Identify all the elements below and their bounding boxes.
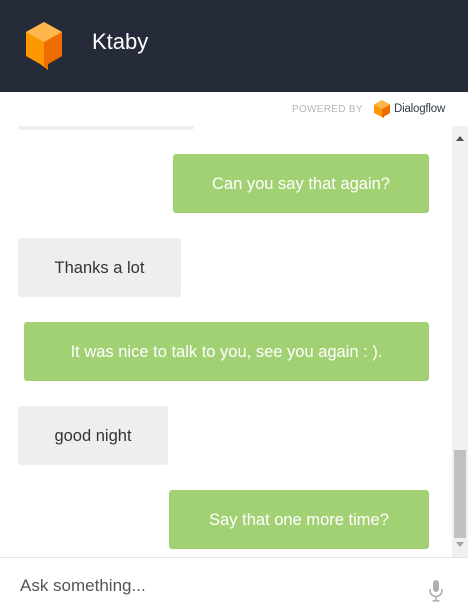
- message-text: It was nice to talk to you, see you agai…: [70, 342, 383, 361]
- scrollbar-thumb[interactable]: [454, 450, 466, 538]
- dialogflow-brand-label: Dialogflow: [394, 103, 446, 115]
- bot-message: Thanks a lot: [18, 238, 181, 297]
- chat-scrollbar[interactable]: [452, 126, 468, 557]
- user-message: Can you say that again?: [173, 154, 429, 213]
- scroll-down-arrow-icon[interactable]: [456, 542, 464, 547]
- app-title: Ktaby: [92, 29, 149, 54]
- user-message: Say that one more time?: [169, 490, 429, 549]
- dialogflow-logo-icon: [374, 100, 390, 118]
- dialogflow-agent-logo-icon: [26, 22, 62, 70]
- message-text: good night: [54, 426, 132, 445]
- bot-message: good night: [18, 406, 168, 465]
- chat-header: Ktaby: [0, 0, 468, 92]
- bot-message: [18, 126, 194, 130]
- powered-by-label: POWERED BY: [292, 104, 363, 115]
- user-message: It was nice to talk to you, see you agai…: [24, 322, 429, 381]
- scroll-up-arrow-icon[interactable]: [456, 136, 464, 141]
- chat-messages[interactable]: Can you say that again? Thanks a lot It …: [0, 126, 452, 557]
- input-bar: [0, 557, 468, 613]
- microphone-icon[interactable]: [428, 580, 444, 602]
- message-text: Can you say that again?: [212, 174, 390, 193]
- message-text: Say that one more time?: [209, 510, 389, 529]
- message-text: Thanks a lot: [54, 258, 145, 277]
- ask-input[interactable]: [20, 568, 410, 604]
